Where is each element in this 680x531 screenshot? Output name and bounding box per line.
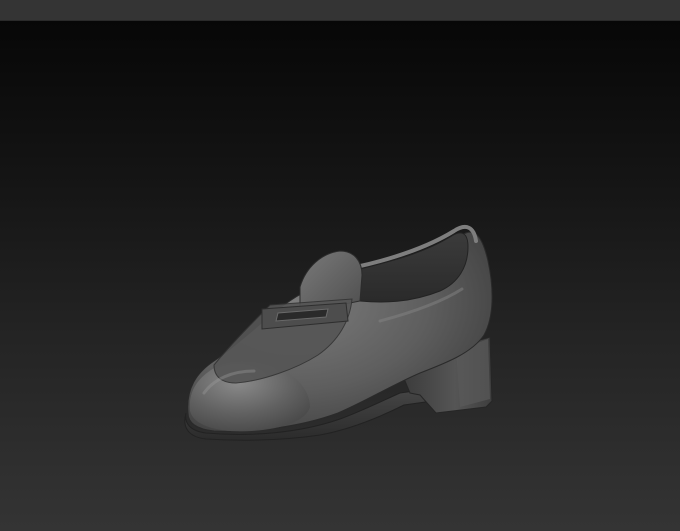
sculpting-app-window — [0, 0, 680, 531]
viewport-canvas[interactable] — [0, 21, 680, 531]
top-toolbar-strip — [0, 0, 680, 21]
loafer-shoe-model[interactable] — [184, 224, 493, 441]
3d-viewport[interactable] — [0, 21, 680, 531]
